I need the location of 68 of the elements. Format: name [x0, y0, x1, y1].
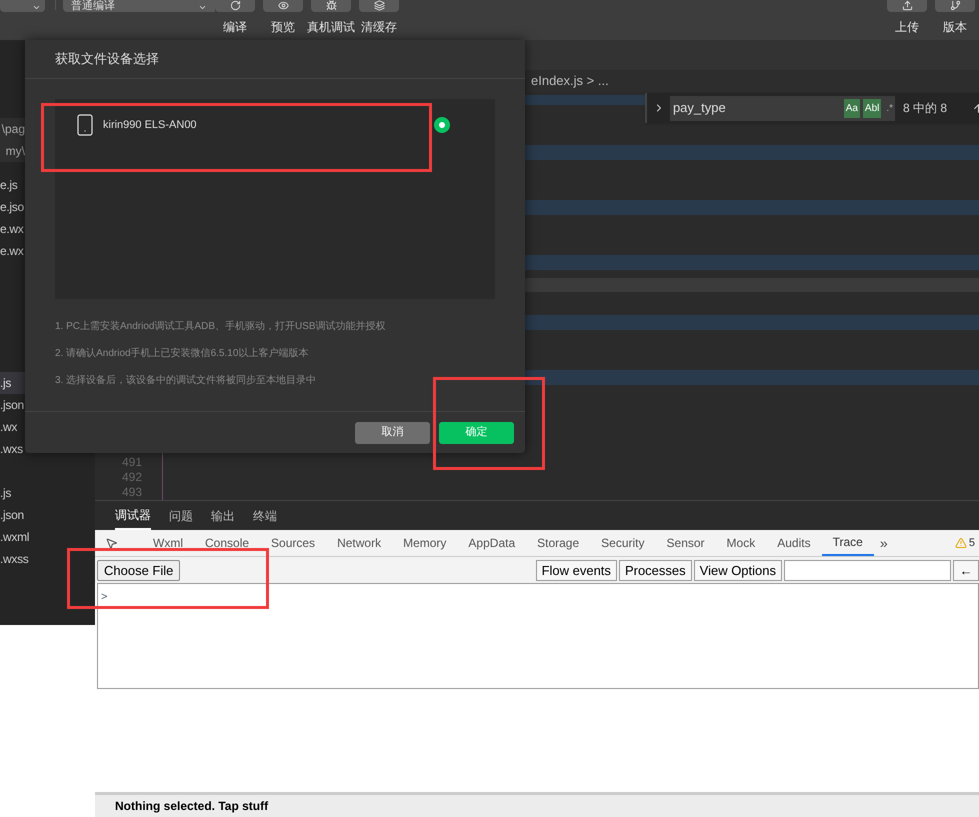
caret-icon: [198, 3, 207, 12]
device-name[interactable]: kirin990 ELS-AN00: [103, 116, 197, 134]
bug-icon: [326, 0, 336, 11]
toolbar-button[interactable]: [887, 0, 927, 12]
note-text: 3. 选择设备后，该设备中的调试文件将被同步至本地目录中: [55, 374, 318, 388]
line-number: 491: [122, 455, 142, 470]
devtools-tab[interactable]: Wxml: [142, 530, 194, 556]
toolbar-button[interactable]: [359, 0, 399, 12]
warning-icon: [954, 537, 967, 549]
toolbar-label[interactable]: 真机调试: [307, 18, 355, 36]
toolbar-label[interactable]: 预览: [271, 18, 295, 36]
devtools-tab[interactable]: Storage: [526, 530, 590, 556]
caret-icon: [32, 3, 41, 12]
trace-button[interactable]: Flow events: [536, 560, 617, 580]
devtools-tab[interactable]: Mock: [716, 530, 766, 556]
devtools-tab[interactable]: Console: [194, 530, 260, 556]
choose-file-button[interactable]: Choose File: [97, 560, 180, 580]
panel-tab[interactable]: 输出: [211, 502, 235, 528]
devtools-tab[interactable]: Memory: [392, 530, 458, 556]
toolbar-button[interactable]: [935, 0, 975, 12]
file-item[interactable]: .js: [0, 482, 95, 504]
devtools-tab[interactable]: Security: [590, 530, 656, 556]
toolbar-label[interactable]: 版本: [943, 18, 967, 36]
refresh-icon: [230, 0, 240, 11]
upload-icon: [902, 0, 912, 11]
inspect-icon[interactable]: [105, 536, 118, 550]
dialog-title: 获取文件设备选择: [55, 50, 159, 68]
search-field[interactable]: [784, 560, 951, 580]
eye-icon: [278, 0, 288, 11]
breadcrumb[interactable]: eIndex.js > ...: [531, 71, 609, 91]
toggle-option[interactable]: Abl: [862, 98, 882, 118]
toolbar-button[interactable]: [311, 0, 351, 12]
layers-icon: [374, 0, 384, 11]
branch-icon: [950, 0, 960, 11]
toolbar-label[interactable]: 清缓存: [361, 18, 397, 36]
devtools-tab[interactable]: Sources: [260, 530, 326, 556]
file-item[interactable]: .json: [0, 504, 95, 526]
devtools-tab[interactable]: Audits: [766, 530, 822, 556]
note-text: 2. 请确认Andriod手机上已安装微信6.5.10以上客户端版本: [55, 346, 310, 361]
cancel-button[interactable]: 取消: [355, 422, 430, 444]
toolbar-label[interactable]: 上传: [895, 18, 919, 36]
devtools-tab[interactable]: Sensor: [656, 530, 716, 556]
trace-button[interactable]: Processes: [618, 560, 692, 580]
path-label: my\: [6, 143, 25, 160]
find-field[interactable]: pay_type Aa Abl .*: [670, 96, 896, 120]
panel-tab[interactable]: 问题: [169, 502, 193, 528]
toggle-option[interactable]: Aa: [844, 98, 860, 118]
devtools-tab[interactable]: AppData: [457, 530, 526, 556]
back-button[interactable]: ←: [953, 560, 979, 580]
match-count: 8 中的 8: [903, 100, 948, 117]
more-tabs[interactable]: »: [874, 530, 894, 556]
devtools-tab[interactable]: Network: [326, 530, 392, 556]
trace-button[interactable]: View Options: [694, 560, 782, 580]
toolbar-button[interactable]: [263, 0, 303, 12]
prompt-caret: >: [101, 591, 108, 603]
line-number: 493: [122, 485, 142, 500]
file-item[interactable]: .wxss: [0, 548, 95, 570]
toggle-option[interactable]: .*: [884, 98, 896, 118]
status-text: Nothing selected. Tap stuff: [115, 798, 268, 815]
note-text: 1. PC上需安装Andriod调试工具ADB、手机驱动，打开USB调试功能并授权: [55, 320, 387, 334]
radio-button[interactable]: [434, 117, 450, 133]
path-label: \pag: [2, 121, 25, 138]
file-item[interactable]: .wxml: [0, 526, 95, 548]
line-number: 492: [122, 470, 142, 485]
warning-count[interactable]: 5: [968, 534, 975, 552]
toolbar-button[interactable]: [215, 0, 255, 12]
panel-tab[interactable]: 终端: [253, 502, 277, 528]
toolbar-label[interactable]: 编译: [223, 18, 247, 36]
